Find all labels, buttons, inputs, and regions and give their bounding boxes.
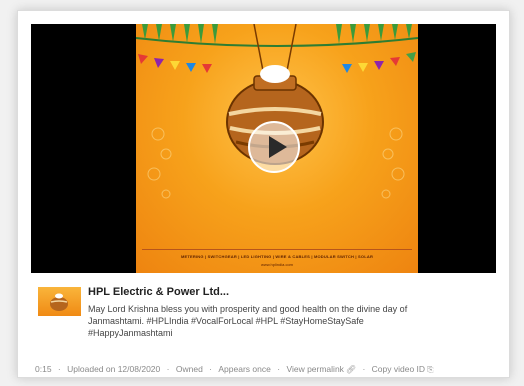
appearance-count: Appears once (218, 364, 271, 374)
video-description: May Lord Krishna bless you with prosperi… (88, 303, 498, 339)
copy-video-id-link[interactable]: Copy video ID ⎘ (372, 364, 434, 375)
video-player[interactable]: METERING | SWITCHGEAR | LED LIGHTING | W… (31, 24, 496, 273)
permalink-label: View permalink (286, 364, 344, 374)
upload-date: Uploaded on 12/08/2020 (67, 364, 161, 374)
separator: · (277, 364, 281, 374)
ownership-status: Owned (175, 364, 203, 374)
video-meta-bar: 0:15 · Uploaded on 12/08/2020 · Owned · … (35, 364, 433, 375)
video-title[interactable]: HPL Electric & Power Ltd... (88, 286, 229, 298)
separator: · (209, 364, 213, 374)
description-line: Janmashtami. #HPLIndia #VocalForLocal #H… (88, 316, 364, 326)
banner-text: METERING | SWITCHGEAR | LED LIGHTING | W… (180, 254, 374, 259)
separator: · (166, 364, 170, 374)
view-permalink-link[interactable]: View permalink 🔗︎ (286, 364, 356, 374)
copy-id-label: Copy video ID (371, 364, 426, 374)
banner-url: www.hplindia.com (260, 262, 293, 267)
thumbnail-pot-icon (50, 293, 68, 311)
copy-icon: ⎘ (427, 365, 434, 374)
separator: · (362, 364, 366, 374)
video-card: METERING | SWITCHGEAR | LED LIGHTING | W… (17, 10, 510, 378)
description-line: #HappyJanmashtami (88, 328, 173, 338)
video-duration: 0:15 (35, 364, 52, 374)
link-icon: 🔗︎ (345, 365, 357, 374)
description-line: May Lord Krishna bless you with prosperi… (88, 304, 408, 314)
video-frame: METERING | SWITCHGEAR | LED LIGHTING | W… (136, 24, 418, 273)
channel-thumbnail[interactable] (38, 287, 81, 316)
separator: · (57, 364, 61, 374)
play-button[interactable] (248, 121, 300, 173)
banner-divider (142, 249, 412, 250)
